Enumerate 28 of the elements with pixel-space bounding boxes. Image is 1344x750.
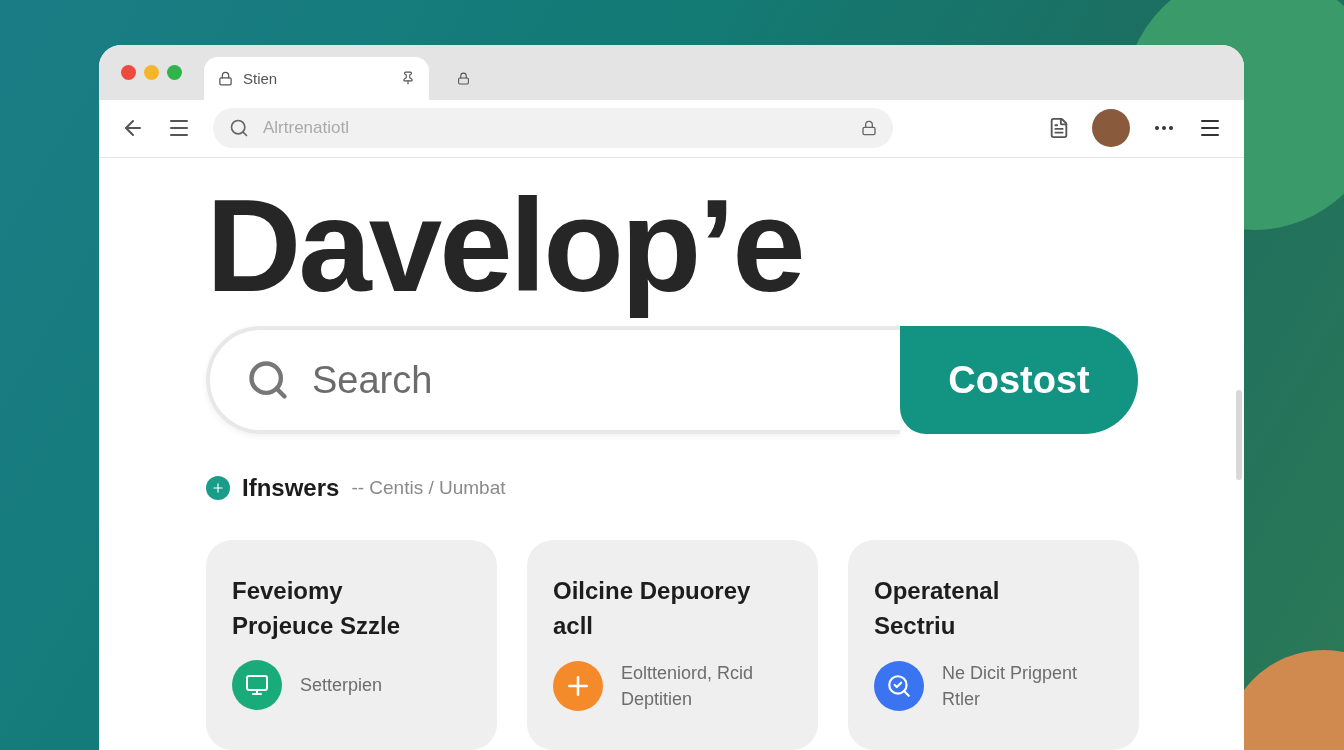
category-card[interactable]: Operatenal Sectriu Ne Dicit Prigpent Rtler xyxy=(848,540,1139,750)
card-title: Operatenal Sectriu xyxy=(874,576,1001,641)
card-title: Feveiomy Projeuce Szzle xyxy=(232,576,402,641)
search-input[interactable]: Search xyxy=(310,357,900,403)
section-title: Ifnswers xyxy=(242,474,340,502)
search-button[interactable]: Costost xyxy=(900,326,1138,434)
card-description: Ne Dicit Prigpent Rtler xyxy=(942,661,1079,711)
category-card[interactable]: Oilcine Depuorey acll Eoltteniord, Rcid Deptitien xyxy=(527,540,818,750)
browser-tab[interactable]: Stien xyxy=(204,56,429,100)
document-icon[interactable] xyxy=(1048,117,1070,140)
card-description: Eoltteniord, Rcid Deptitien xyxy=(621,661,755,711)
search-icon xyxy=(229,118,249,139)
address-bar[interactable]: Alrtrenatiotl xyxy=(213,108,893,149)
address-input[interactable]: Alrtrenatiotl xyxy=(261,117,849,140)
plus-icon xyxy=(206,476,230,500)
lock-icon xyxy=(457,71,470,85)
card-title: Oilcine Depuorey acll xyxy=(553,576,752,641)
close-button[interactable] xyxy=(121,64,136,80)
pin-icon xyxy=(401,71,415,86)
category-card[interactable]: Feveiomy Projeuce Szzle Setterpien xyxy=(206,540,497,750)
lock-icon xyxy=(861,120,877,137)
card-description: Setterpien xyxy=(300,673,384,697)
scrollbar[interactable] xyxy=(1236,390,1242,480)
search-icon xyxy=(246,358,290,402)
search-bar[interactable]: Search xyxy=(206,326,900,434)
logo-text: Davelop’e xyxy=(206,171,804,322)
avatar[interactable] xyxy=(1092,109,1130,148)
lock-icon xyxy=(218,70,233,86)
